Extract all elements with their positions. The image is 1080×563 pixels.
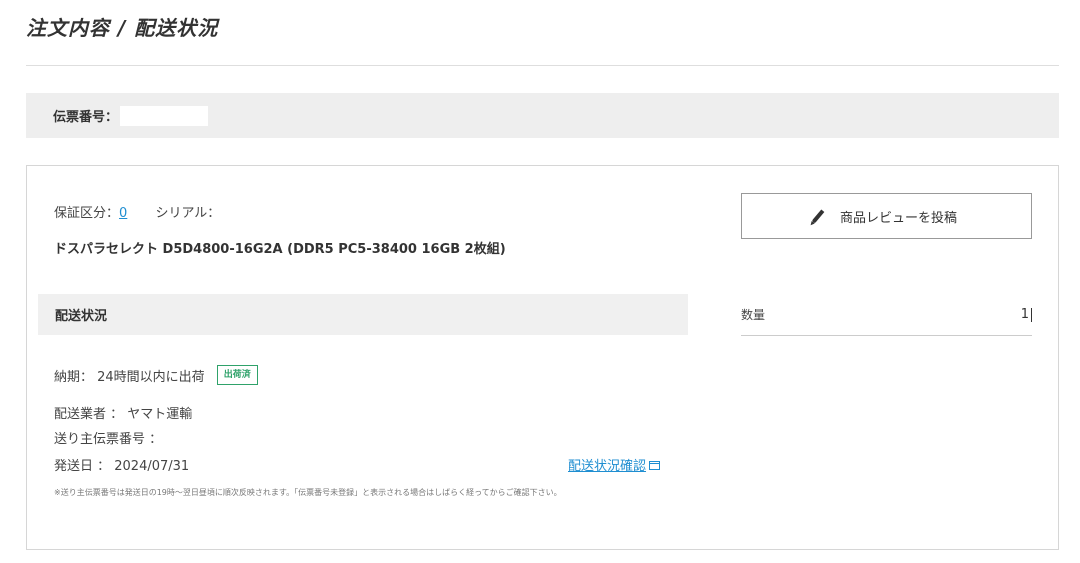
sender-slip-number: 送り主伝票番号 ： bbox=[54, 432, 163, 447]
delivery-row: 納期： 24時間以内に出荷 出荷済 bbox=[54, 365, 258, 385]
title-divider bbox=[26, 65, 1059, 66]
ship-date: 発送日 ： 2024/07/31 bbox=[54, 459, 190, 474]
external-window-icon bbox=[649, 461, 661, 470]
quantity-row: 数量 1 bbox=[741, 294, 1032, 336]
slip-number-bar: 伝票番号： bbox=[26, 93, 1059, 138]
post-review-label: 商品レビューを投稿 bbox=[839, 209, 957, 225]
order-item-card: 保証区分：0 シリアル： ドスパラセレクト D5D4800-16G2A (DDR… bbox=[26, 165, 1059, 550]
pencil-icon bbox=[811, 208, 825, 224]
slip-number-value bbox=[120, 105, 209, 126]
carrier-text: 配送業者 ： ヤマト運輸 bbox=[54, 407, 193, 422]
tracking-note: ※送り主伝票番号は発送日の19時〜翌日昼頃に順次反映されます。「伝票番号未登録」… bbox=[54, 488, 562, 497]
quantity-label: 数量 bbox=[741, 308, 766, 322]
shipping-section-title: 配送状況 bbox=[38, 294, 688, 335]
slip-number-label: 伝票番号： bbox=[53, 110, 119, 125]
delivery-text: 納期： 24時間以内に出荷 bbox=[54, 369, 205, 385]
track-shipment-link[interactable]: 配送状況確認 bbox=[568, 455, 661, 474]
warranty-label: 保証区分： bbox=[54, 206, 120, 221]
warranty-row: 保証区分：0 シリアル： bbox=[54, 202, 220, 221]
product-name: ドスパラセレクト D5D4800-16G2A (DDR5 PC5-38400 1… bbox=[54, 242, 506, 257]
warranty-value-link[interactable]: 0 bbox=[119, 206, 127, 221]
page-title: 注文内容 / 配送状況 bbox=[26, 16, 219, 40]
track-shipment-label: 配送状況確認 bbox=[568, 459, 647, 474]
status-badge: 出荷済 bbox=[216, 365, 258, 385]
quantity-value: 1 bbox=[1021, 307, 1032, 322]
post-review-button[interactable]: 商品レビューを投稿 bbox=[741, 193, 1032, 239]
serial-label: シリアル： bbox=[155, 206, 221, 221]
